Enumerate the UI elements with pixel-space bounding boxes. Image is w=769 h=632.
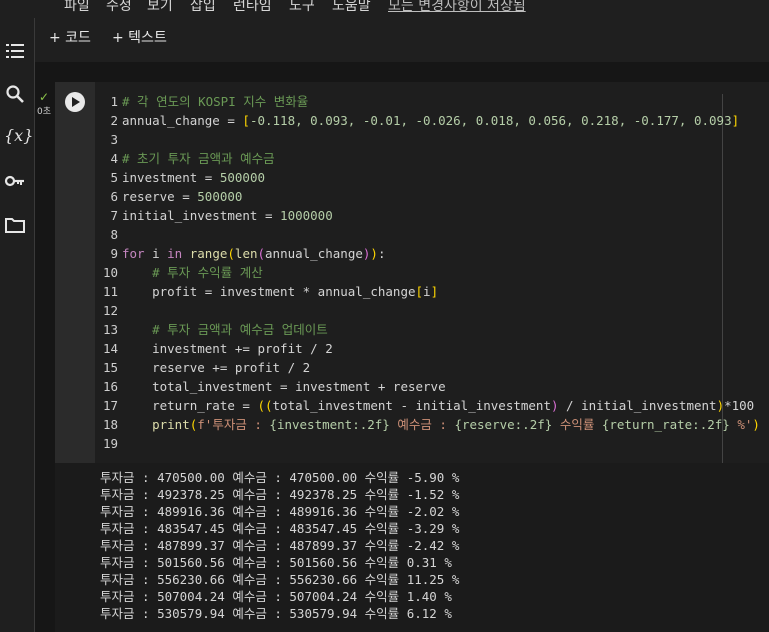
code-line: 14 investment += profit / 2 xyxy=(102,341,333,356)
code-line: 8 xyxy=(110,227,118,242)
output-line: 투자금 : 507004.24 예수금 : 507004.24 수익률 1.40… xyxy=(100,589,452,604)
notebook-main: ✓ 0초 1 # 각 연도의 KOSPI 지수 변화율 2 annual_chang… xyxy=(35,62,769,632)
output-line: 투자금 : 530579.94 예수금 : 530579.94 수익률 6.12… xyxy=(100,606,452,621)
notebook-toolbar: + 코드 + 텍스트 xyxy=(35,18,769,63)
menu-runtime[interactable]: 런타임 xyxy=(233,0,272,15)
code-line: 6 reserve = 500000 xyxy=(110,189,243,204)
code-line: 9 for i in range(len(annual_change)): xyxy=(110,246,386,261)
menu-bar: 파일 수정 보기 삽입 런타임 도구 도움말 모든 변경사항이 저장됨 xyxy=(0,0,769,18)
code-line: 3 xyxy=(110,132,118,147)
code-line: 2 annual_change = [-0.118, 0.093, -0.01, … xyxy=(110,113,740,128)
execution-status: ✓ 0초 xyxy=(35,82,55,142)
code-line: 10 # 투자 수익률 계산 xyxy=(102,265,263,280)
variables-icon[interactable]: {x} xyxy=(4,125,33,147)
menu-file[interactable]: 파일 xyxy=(64,0,90,15)
run-column xyxy=(55,82,95,463)
output-line: 투자금 : 556230.66 예수금 : 556230.66 수익률 11.2… xyxy=(100,572,460,587)
code-line: 5 investment = 500000 xyxy=(110,170,265,185)
code-line: 17 return_rate = ((total_investment - in… xyxy=(102,398,755,413)
output-line: 투자금 : 470500.00 예수금 : 470500.00 수익률 -5.9… xyxy=(100,470,460,485)
code-line: 4 # 초기 투자 금액과 예수금 xyxy=(110,151,275,166)
code-line: 16 total_investment = investment + reser… xyxy=(102,379,446,394)
code-line: 7 initial_investment = 1000000 xyxy=(110,208,333,223)
code-line: 18 print(f'투자금 : {investment:.2f} 예수금 : … xyxy=(102,417,760,432)
code-line: 1 # 각 연도의 KOSPI 지수 변화율 xyxy=(110,94,309,109)
output-line: 투자금 : 487899.37 예수금 : 487899.37 수익률 -2.4… xyxy=(100,538,460,553)
code-line: 19 xyxy=(102,436,118,451)
menu-edit[interactable]: 수정 xyxy=(106,0,132,15)
output-line: 투자금 : 483547.45 예수금 : 483547.45 수익률 -3.2… xyxy=(100,521,460,536)
code-cell[interactable]: 1 # 각 연도의 KOSPI 지수 변화율 2 annual_change = [… xyxy=(55,82,769,463)
table-of-contents-icon[interactable] xyxy=(4,40,26,62)
cell-output: 투자금 : 470500.00 예수금 : 470500.00 수익률 -5.9… xyxy=(55,463,769,632)
menu-view[interactable]: 보기 xyxy=(147,0,173,15)
menu-help[interactable]: 도움말 xyxy=(332,0,371,15)
saved-status-link[interactable]: 모든 변경사항이 저장됨 xyxy=(388,0,526,15)
output-line: 투자금 : 501560.56 예수금 : 501560.56 수익률 0.31… xyxy=(100,555,452,570)
add-code-button[interactable]: + 코드 xyxy=(49,30,91,46)
key-icon[interactable] xyxy=(4,170,26,192)
code-line: 12 xyxy=(102,303,118,318)
execution-time: 0초 xyxy=(37,107,52,117)
run-cell-button[interactable] xyxy=(65,92,85,112)
code-line: 11 profit = investment * annual_change[i… xyxy=(102,284,439,299)
output-line: 투자금 : 492378.25 예수금 : 492378.25 수익률 -1.5… xyxy=(100,487,460,502)
folder-icon[interactable] xyxy=(4,214,26,236)
sidebar: {x} xyxy=(0,18,35,632)
menu-tools[interactable]: 도구 xyxy=(289,0,315,15)
output-line: 투자금 : 489916.36 예수금 : 489916.36 수익률 -2.0… xyxy=(100,504,460,519)
code-line: 15 reserve += profit / 2 xyxy=(102,360,311,375)
check-icon: ✓ xyxy=(39,90,50,104)
add-text-button[interactable]: + 텍스트 xyxy=(112,30,167,46)
code-line: 13 # 투자 금액과 예수금 업데이트 xyxy=(102,322,328,337)
menu-insert[interactable]: 삽입 xyxy=(190,0,216,15)
search-icon[interactable] xyxy=(4,83,26,105)
code-editor[interactable]: 1 # 각 연도의 KOSPI 지수 변화율 2 annual_change = [… xyxy=(95,82,769,463)
